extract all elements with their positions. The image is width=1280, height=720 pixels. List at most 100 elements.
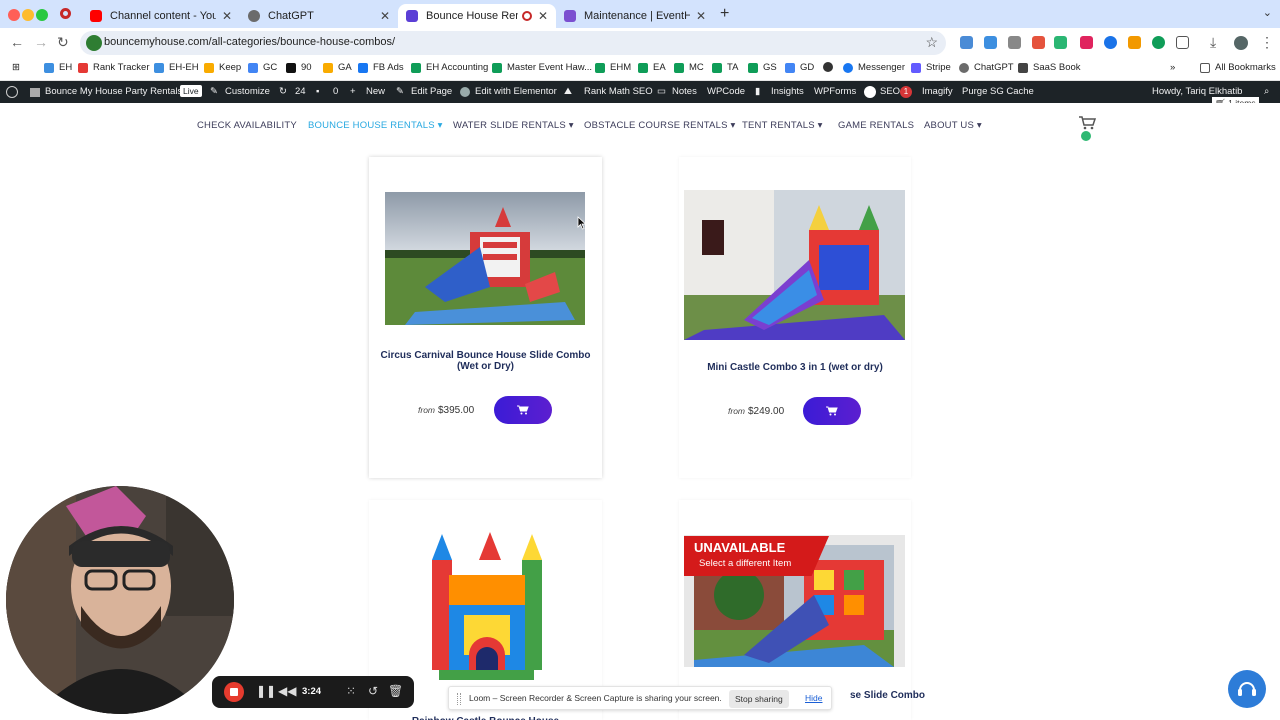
wordpress-logo-icon[interactable] [6, 86, 18, 98]
bookmark-item[interactable]: Rank Tracker [78, 62, 150, 73]
bookmark-item[interactable]: EH-EH [154, 62, 199, 73]
bookmark-item[interactable]: GA [323, 62, 352, 73]
new-content-link[interactable]: New [366, 86, 385, 97]
stop-sharing-button[interactable]: Stop sharing [729, 690, 789, 708]
cart-icon[interactable] [1078, 116, 1096, 130]
bookmark-star-icon[interactable]: ☆ [925, 34, 938, 51]
close-tab-icon[interactable]: ✕ [696, 9, 706, 23]
nav-check-availability[interactable]: CHECK AVAILABILITY [197, 120, 297, 131]
product-card[interactable]: Circus Carnival Bounce House Slide Combo… [369, 157, 602, 478]
product-name[interactable]: Circus Carnival Bounce House Slide Combo… [377, 350, 594, 372]
close-tab-icon[interactable]: ✕ [380, 9, 390, 23]
all-bookmarks-folder[interactable]: All Bookmarks [1200, 62, 1276, 73]
grid-icon[interactable]: ⁙ [346, 684, 356, 698]
bookmark-item[interactable]: 90 [286, 62, 312, 73]
minimize-window-button[interactable] [22, 9, 34, 21]
nav-about-us[interactable]: ABOUT US ▾ [924, 120, 982, 131]
apps-grid-icon[interactable]: ⊞ [12, 62, 20, 73]
howdy-user-link[interactable]: Howdy, Tariq Elkhatib [1152, 86, 1242, 97]
profile-avatar-icon[interactable] [1234, 36, 1248, 50]
nav-game-rentals[interactable]: GAME RENTALS [838, 120, 914, 131]
hide-link[interactable]: Hide [805, 693, 822, 703]
search-icon[interactable]: ⌕ [1264, 86, 1269, 97]
webcam-bubble[interactable] [6, 486, 234, 714]
close-tab-icon[interactable]: ✕ [222, 9, 232, 23]
bookmark-item[interactable]: Keep [204, 62, 241, 73]
drag-handle-icon[interactable] [457, 693, 461, 705]
bookmark-item[interactable]: TA [712, 62, 738, 73]
bookmark-item[interactable]: EH [44, 62, 72, 73]
purge-cache-link[interactable]: Purge SG Cache [962, 86, 1034, 97]
notes-link[interactable]: Notes [672, 86, 697, 97]
wpcode-link[interactable]: WPCode [707, 86, 745, 97]
imagify-link[interactable]: Imagify [922, 86, 953, 97]
pause-icon[interactable]: ❚❚ [256, 684, 276, 698]
extension-icon[interactable] [1032, 36, 1045, 49]
restart-icon[interactable]: ↺ [368, 684, 378, 698]
bookmark-item[interactable]: GD [785, 62, 814, 73]
bookmark-item[interactable]: Messenger [843, 62, 905, 73]
new-tab-icon[interactable]: + [720, 5, 729, 23]
tab-youtube-studio[interactable]: Channel content - YouTube Studio ✕ [82, 4, 240, 28]
bookmark-item[interactable]: Master Event Haw... [492, 62, 592, 73]
nav-water-slide-rentals[interactable]: WATER SLIDE RENTALS ▾ [453, 120, 574, 131]
edit-page-link[interactable]: Edit Page [411, 86, 452, 97]
bookmark-item[interactable]: GS [748, 62, 777, 73]
product-name[interactable]: Mini Castle Combo 3 in 1 (wet or dry) [687, 362, 903, 373]
extension-icon[interactable] [1008, 36, 1021, 49]
add-to-cart-button[interactable] [803, 397, 861, 425]
download-icon[interactable]: ⤓ [1210, 34, 1216, 51]
bookmark-item[interactable]: FB Ads [358, 62, 404, 73]
tab-eventhawk-maintenance[interactable]: Maintenance | EventHawk ✕ [556, 4, 714, 28]
comments-count[interactable]: 0 [333, 86, 338, 97]
updates-count[interactable]: 24 [295, 86, 306, 97]
tab-search-chevron-icon[interactable]: ⌄ [1263, 6, 1272, 19]
bookmark-item[interactable]: GC [248, 62, 277, 73]
extension-icon[interactable] [1054, 36, 1067, 49]
bookmark-item[interactable]: MC [674, 62, 704, 73]
extension-icon[interactable] [984, 36, 997, 49]
product-name[interactable]: se Slide Combo [850, 690, 925, 701]
extension-icon[interactable] [1128, 36, 1141, 49]
insights-link[interactable]: Insights [771, 86, 804, 97]
bookmark-item[interactable]: EHM [595, 62, 631, 73]
add-to-cart-button[interactable] [494, 396, 552, 424]
tab-chatgpt[interactable]: ChatGPT ✕ [240, 4, 398, 28]
trash-icon[interactable]: 🗑︎ [388, 684, 403, 698]
back-arrow-icon[interactable]: ← [10, 34, 24, 50]
nav-obstacle-course-rentals[interactable]: OBSTACLE COURSE RENTALS ▾ [584, 120, 735, 131]
bookmark-item[interactable]: EH Accounting [411, 62, 488, 73]
forward-arrow-icon[interactable]: → [34, 34, 48, 50]
product-image[interactable] [424, 530, 549, 682]
product-image[interactable] [385, 192, 585, 325]
wpforms-link[interactable]: WPForms [814, 86, 856, 97]
seo-link[interactable]: SEO [880, 86, 900, 97]
bookmark-item[interactable]: ChatGPT [959, 62, 1014, 73]
browser-menu-icon[interactable]: ⋮ [1260, 34, 1274, 51]
bookmark-item[interactable]: Stripe [911, 62, 951, 73]
maximize-window-button[interactable] [36, 9, 48, 21]
chat-support-button[interactable] [1228, 670, 1266, 708]
extension-icon[interactable] [1152, 36, 1165, 49]
customize-link[interactable]: Customize [225, 86, 270, 97]
site-name-link[interactable]: Bounce My House Party Rentals [45, 86, 182, 97]
product-image[interactable] [684, 190, 905, 340]
recording-tab-icon[interactable] [60, 8, 71, 19]
edit-with-elementor-link[interactable]: Edit with Elementor [475, 86, 557, 97]
nav-tent-rentals[interactable]: TENT RENTALS ▾ [742, 120, 823, 131]
extension-icon[interactable] [960, 36, 973, 49]
product-name[interactable]: Rainbow Castle Bounce House [377, 716, 594, 720]
close-tab-icon[interactable]: ✕ [538, 9, 548, 23]
extensions-puzzle-icon[interactable] [1176, 36, 1189, 49]
nav-bounce-house-rentals[interactable]: BOUNCE HOUSE RENTALS ▾ [308, 120, 443, 131]
url-bar[interactable]: bouncemyhouse.com/all-categories/bounce-… [80, 31, 946, 55]
product-card[interactable]: Mini Castle Combo 3 in 1 (wet or dry) fr… [679, 157, 911, 478]
tab-bounce-house-rentals[interactable]: Bounce House Rentals - Bounce ✕ [398, 4, 556, 28]
site-info-icon[interactable] [86, 35, 102, 51]
more-bookmarks-chevron-icon[interactable]: » [1170, 62, 1175, 73]
rewind-icon[interactable]: ◀◀ [278, 684, 296, 698]
bookmark-item[interactable]: SaaS Book [1018, 62, 1081, 73]
extension-icon[interactable] [1104, 36, 1117, 49]
bookmark-item[interactable]: EA [638, 62, 666, 73]
reload-icon[interactable]: ↻ [57, 34, 69, 51]
